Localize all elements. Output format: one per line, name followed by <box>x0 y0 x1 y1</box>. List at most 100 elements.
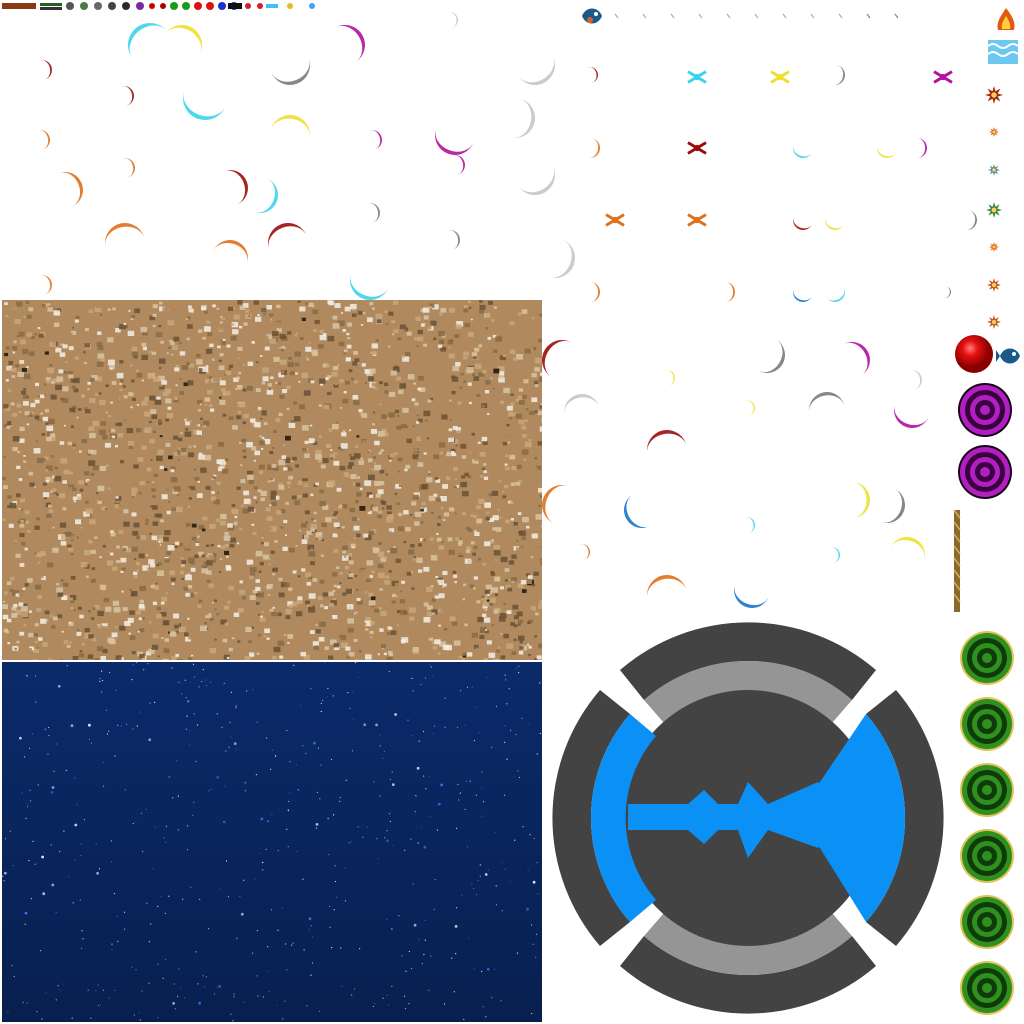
green-target-button[interactable] <box>960 961 1014 1015</box>
crescent-slash-icon <box>368 203 380 223</box>
crescent-slash-icon <box>833 65 845 85</box>
crescent-slash-icon <box>665 370 675 386</box>
small-sprite-grid <box>575 0 1024 330</box>
fire-icon <box>992 6 1020 36</box>
crescent-slash-icon <box>725 282 735 302</box>
crescent-slash-icon <box>809 392 845 414</box>
crescent-slash-icon <box>350 273 389 300</box>
green-target-button[interactable] <box>960 697 1014 751</box>
crescent-slash-icon <box>435 128 474 155</box>
starfield-texture <box>2 662 542 1022</box>
crescent-slash-icon <box>105 223 145 247</box>
star-burst-icon <box>989 242 999 252</box>
purple-target-button[interactable] <box>958 445 1012 499</box>
crescent-slash-icon <box>335 25 365 63</box>
crescent-slash-icon <box>548 239 575 278</box>
crescent-slash-icon <box>128 23 167 60</box>
red-orb-button[interactable] <box>954 334 994 374</box>
crescent-slash-icon <box>517 165 555 195</box>
crescent-slash-icon <box>745 517 755 533</box>
crescent-slash-icon <box>370 130 382 150</box>
spark-icon <box>687 70 707 84</box>
slash-sprites-canvas <box>38 12 575 300</box>
green-target-button[interactable] <box>960 763 1014 817</box>
star-burst-icon <box>989 127 999 137</box>
spark-icon <box>605 213 625 227</box>
starfield-texture-panel <box>2 662 542 1022</box>
fish-creature-icon <box>996 342 1022 370</box>
purple-target-buttons <box>956 380 1014 504</box>
crescent-slash-icon <box>40 60 52 80</box>
crescent-slash-icon <box>453 155 465 175</box>
crescent-slash-icon <box>943 286 951 298</box>
crescent-slash-icon <box>758 339 785 373</box>
crescent-slash-icon <box>40 275 52 295</box>
crescent-slash-icon <box>448 230 460 250</box>
crescent-slash-icon <box>890 537 925 562</box>
crescent-slash-icon <box>877 144 897 158</box>
water-icon <box>986 38 1020 66</box>
slash-sprites-middle <box>542 300 952 620</box>
crescent-slash-icon <box>448 12 458 28</box>
emblem <box>552 622 944 1014</box>
purple-target-button[interactable] <box>958 383 1012 437</box>
star-burst-icon <box>987 315 1001 329</box>
crescent-slash-icon <box>270 115 310 139</box>
crescent-slash-icon <box>542 485 569 524</box>
crescent-slash-icon <box>734 583 769 608</box>
crescent-slash-icon <box>564 394 600 416</box>
crescent-slash-icon <box>745 400 755 416</box>
crescent-slash-icon <box>917 138 927 158</box>
crescent-slash-icon <box>542 340 572 378</box>
crescent-slash-icon <box>122 86 134 106</box>
fish-creature-icon <box>578 2 606 30</box>
spark-icon <box>933 70 953 84</box>
crescent-slash-icon <box>647 430 687 454</box>
crescent-slash-icon <box>624 494 651 528</box>
emblem-logo-icon <box>552 622 944 1014</box>
crescent-slash-icon <box>253 178 278 213</box>
crescent-slash-icon <box>223 170 248 205</box>
green-target-buttons <box>958 628 1016 1020</box>
crescent-slash-icon <box>268 223 307 250</box>
crescent-slash-icon <box>38 130 50 150</box>
crescent-slash-icon <box>843 342 870 376</box>
sand-texture <box>2 300 542 660</box>
crescent-slash-icon <box>123 158 135 178</box>
green-target-button[interactable] <box>960 829 1014 883</box>
crescent-slash-icon <box>58 172 83 207</box>
green-target-button[interactable] <box>960 895 1014 949</box>
crescent-slash-icon <box>965 210 977 230</box>
slash-sprites-top-left <box>0 0 575 300</box>
sand-texture-panel <box>2 300 542 660</box>
gem-strip <box>0 0 330 14</box>
star-burst-icon <box>988 164 1000 176</box>
star-burst-icon <box>985 86 1003 104</box>
crescent-slash-icon <box>517 55 555 85</box>
green-target-button[interactable] <box>960 631 1014 685</box>
star-burst-column <box>980 80 1010 340</box>
star-burst-icon <box>986 202 1002 218</box>
crescent-slash-icon <box>793 144 813 158</box>
spark-icon <box>687 141 707 155</box>
slash-sprites-middle-canvas <box>542 339 929 608</box>
crescent-slash-icon <box>894 403 929 428</box>
small-sprite-canvas <box>588 13 977 302</box>
crescent-slash-icon <box>590 282 600 302</box>
crescent-slash-icon <box>910 370 922 390</box>
rope-icon <box>953 510 961 612</box>
crescent-slash-icon <box>164 25 202 55</box>
crescent-slash-icon <box>793 216 813 230</box>
crescent-slash-icon <box>183 90 226 120</box>
gem-strip-icon <box>2 2 315 10</box>
crescent-slash-icon <box>880 488 905 523</box>
crescent-slash-icon <box>580 544 590 560</box>
crescent-slash-icon <box>830 547 840 563</box>
crescent-slash-icon <box>511 98 535 138</box>
spark-icon <box>687 213 707 227</box>
crescent-slash-icon <box>852 482 870 518</box>
crescent-slash-icon <box>213 240 248 265</box>
crescent-slash-icon <box>271 58 310 85</box>
crescent-slash-icon <box>588 67 598 83</box>
spark-icon <box>770 70 790 84</box>
